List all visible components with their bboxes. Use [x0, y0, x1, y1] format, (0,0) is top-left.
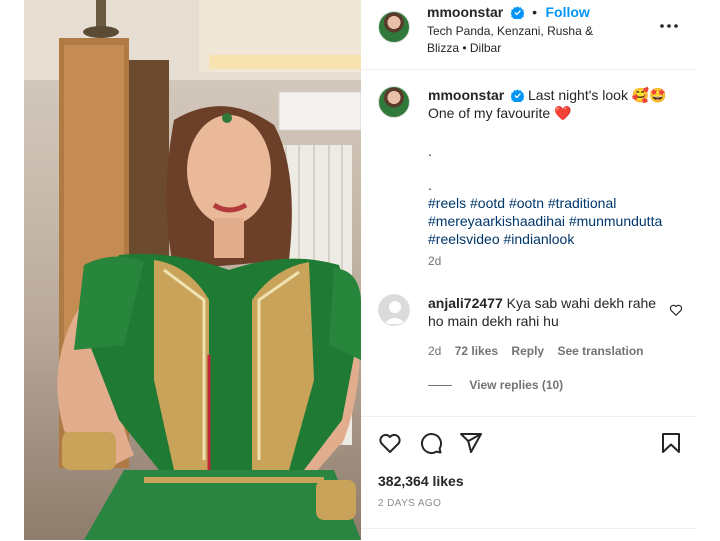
caption-heart-emoji: ❤️ — [554, 105, 572, 121]
audio-line-1: Tech Panda, Kenzani, Rusha & — [427, 24, 594, 38]
verified-badge-icon — [510, 5, 525, 25]
author-avatar[interactable] — [378, 11, 410, 43]
heart-icon[interactable] — [377, 430, 403, 456]
audio-attribution[interactable]: Tech Panda, Kenzani, Rusha & Blizza • Di… — [427, 23, 657, 57]
comment-meta: 2d 72 likes Reply See translation — [428, 344, 668, 358]
comment-text-1: Kya sab wahi dekh rahe — [506, 295, 657, 311]
comment: anjali72477 Kya sab wahi dekh rahe ho ma… — [428, 294, 668, 392]
caption-dot-1: . — [428, 143, 432, 159]
likes-count[interactable]: 382,364 likes — [378, 473, 464, 489]
commenter-username[interactable]: anjali72477 — [428, 295, 503, 311]
caption: mmoonstar Last night's look 🥰🤩 One of my… — [428, 86, 688, 268]
caption-author-avatar[interactable] — [378, 86, 410, 118]
video-frame-illustration — [24, 0, 361, 540]
reply-button[interactable]: Reply — [511, 344, 544, 358]
comment-icon[interactable] — [418, 430, 444, 456]
hashtag-line-2[interactable]: #mereyaarkishaadihai #munmundutta — [428, 212, 688, 230]
page-right-margin — [697, 0, 720, 540]
bookmark-icon[interactable] — [658, 430, 684, 456]
caption-line-2: One of my favourite — [428, 105, 551, 121]
caption-timestamp[interactable]: 2d — [428, 254, 688, 268]
post-date[interactable]: 2 DAYS AGO — [378, 498, 441, 509]
author-username[interactable]: mmoonstar — [427, 4, 503, 20]
post-details-panel: mmoonstar • Follow Tech Panda, Kenzani, … — [361, 0, 698, 540]
default-avatar-icon — [384, 301, 406, 324]
view-replies-button[interactable]: View replies (10) — [428, 378, 668, 392]
comment-like-heart-icon[interactable] — [669, 303, 683, 317]
follow-separator: • — [532, 4, 538, 20]
commenter-avatar[interactable] — [378, 294, 410, 326]
comment-timestamp[interactable]: 2d — [428, 344, 441, 358]
hashtags[interactable]: #reels #ootd #ootn #traditional #mereyaa… — [428, 194, 688, 248]
caption-line-1: Last night's look 🥰🤩 — [528, 87, 667, 103]
comment-likes[interactable]: 72 likes — [455, 344, 498, 358]
share-icon[interactable] — [458, 430, 484, 456]
add-comment-divider — [361, 528, 697, 529]
more-options-icon[interactable] — [657, 14, 681, 38]
hashtag-line-3[interactable]: #reelsvideo #indianlook — [428, 230, 688, 248]
hashtag-line-1[interactable]: #reels #ootd #ootn #traditional — [428, 194, 688, 212]
follow-button[interactable]: Follow — [546, 4, 590, 20]
see-translation-button[interactable]: See translation — [557, 344, 643, 358]
comment-text-2: ho main dekh rahi hu — [428, 313, 559, 329]
page-left-margin — [0, 0, 24, 540]
author-info: mmoonstar • Follow Tech Panda, Kenzani, … — [427, 2, 657, 57]
caption-username[interactable]: mmoonstar — [428, 87, 504, 103]
view-replies-label: View replies (10) — [469, 378, 564, 392]
post-header: mmoonstar • Follow Tech Panda, Kenzani, … — [361, 0, 697, 70]
post-media-video[interactable] — [24, 0, 361, 540]
view-replies-line — [428, 385, 452, 387]
audio-line-2: Blizza • Dilbar — [427, 41, 502, 55]
caption-dot-2: . — [428, 177, 432, 193]
